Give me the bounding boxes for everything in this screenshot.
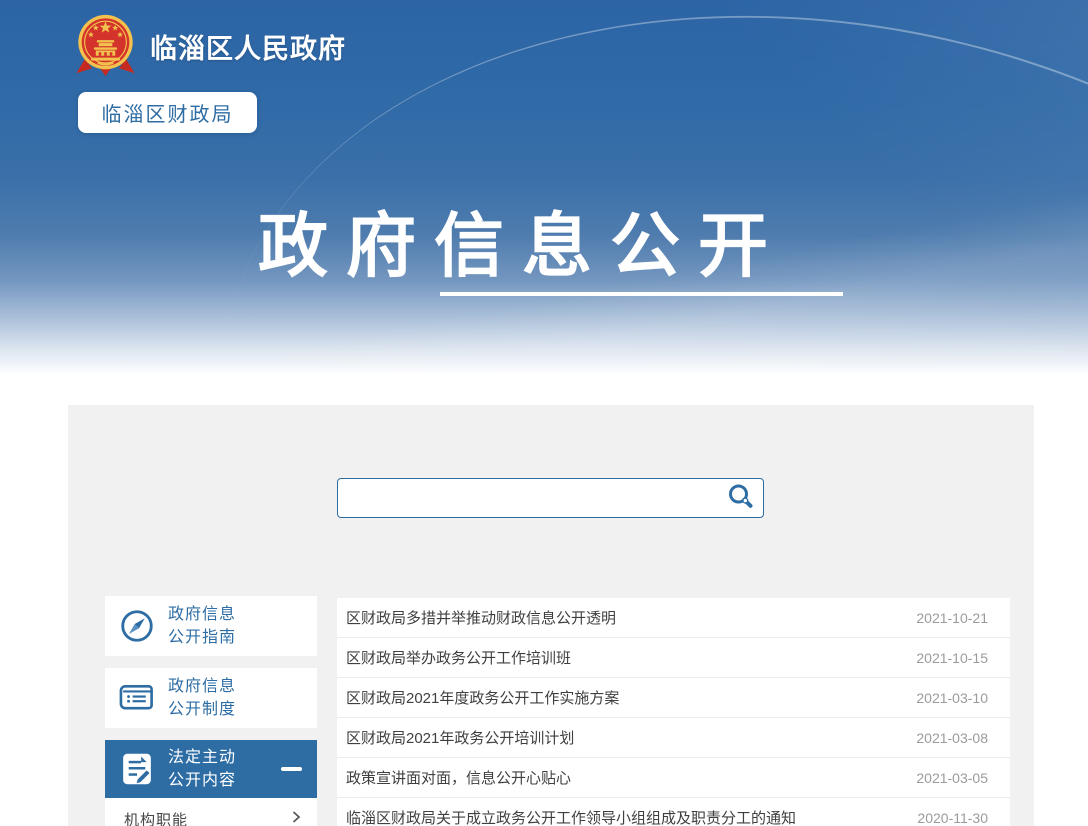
compass-icon <box>105 608 168 644</box>
article-row[interactable]: 区财政局多措并举推动财政信息公开透明 2021-10-21 <box>337 598 1010 638</box>
article-row[interactable]: 临淄区财政局关于成立政务公开工作领导小组组成及职责分工的通知 2020-11-3… <box>337 798 1010 826</box>
sidebar-item-label: 政府信息 公开指南 <box>168 606 237 646</box>
site-logo-link[interactable]: 临淄区人民政府 <box>74 12 346 80</box>
sidebar-item-system[interactable]: 政府信息 公开制度 <box>105 668 317 728</box>
article-title[interactable]: 区财政局2021年政务公开培训计划 <box>346 727 574 748</box>
article-date: 2020-11-30 <box>917 809 988 826</box>
article-date: 2021-03-10 <box>916 689 988 706</box>
sidebar-item-label: 政府信息 公开制度 <box>168 678 237 718</box>
department-button[interactable]: 临淄区财政局 <box>78 92 257 133</box>
article-row[interactable]: 区财政局举办政务公开工作培训班 2021-10-15 <box>337 638 1010 678</box>
title-underline <box>440 292 843 296</box>
magnifier-icon <box>727 483 754 513</box>
chevron-right-icon <box>288 809 304 826</box>
article-title[interactable]: 区财政局2021年度政务公开工作实施方案 <box>346 687 619 708</box>
article-list: 区财政局多措并举推动财政信息公开透明 2021-10-21 区财政局举办政务公开… <box>337 598 1010 826</box>
article-title[interactable]: 政策宣讲面对面，信息公开心贴心 <box>346 767 571 788</box>
sidebar-item-statutory-disclosure[interactable]: 法定主动 公开内容 <box>105 740 317 798</box>
sidebar-item-guide[interactable]: 政府信息 公开指南 <box>105 596 317 656</box>
sidebar: 政府信息 公开指南 政府信息 公开制度 法定主动 公开内容 机构职能 <box>105 596 317 826</box>
article-date: 2021-10-21 <box>916 609 988 626</box>
site-name: 临淄区人民政府 <box>150 33 346 64</box>
minus-icon[interactable] <box>281 767 302 771</box>
sidebar-subitem-label: 机构职能 <box>124 811 189 826</box>
article-row[interactable]: 区财政局2021年度政务公开工作实施方案 2021-03-10 <box>337 678 1010 718</box>
article-date: 2021-10-15 <box>916 649 988 666</box>
national-emblem-icon <box>74 12 137 80</box>
page-title: 政府信息公开 <box>258 207 786 285</box>
clipboard-pencil-icon <box>105 751 168 787</box>
notebook-icon <box>105 680 168 716</box>
article-date: 2021-03-08 <box>916 729 988 746</box>
sidebar-item-label: 法定主动 公开内容 <box>168 749 237 789</box>
article-row[interactable]: 政策宣讲面对面，信息公开心贴心 2021-03-05 <box>337 758 1010 798</box>
article-row[interactable]: 区财政局2021年政务公开培训计划 2021-03-08 <box>337 718 1010 758</box>
article-title[interactable]: 区财政局举办政务公开工作培训班 <box>346 647 571 668</box>
search-input[interactable] <box>338 479 717 517</box>
search-box <box>337 478 764 518</box>
content-panel: 政府信息 公开指南 政府信息 公开制度 法定主动 公开内容 机构职能 区财政局多… <box>68 405 1034 826</box>
article-title[interactable]: 区财政局多措并举推动财政信息公开透明 <box>346 607 616 628</box>
sidebar-subitem-agency-functions[interactable]: 机构职能 <box>105 798 317 826</box>
article-title[interactable]: 临淄区财政局关于成立政务公开工作领导小组组成及职责分工的通知 <box>346 807 796 826</box>
search-button[interactable] <box>717 479 763 517</box>
article-date: 2021-03-05 <box>916 769 988 786</box>
page: 临淄区人民政府 临淄区财政局 政府信息公开 政府信息 公开指南 政府信息 公开制… <box>0 0 1088 826</box>
